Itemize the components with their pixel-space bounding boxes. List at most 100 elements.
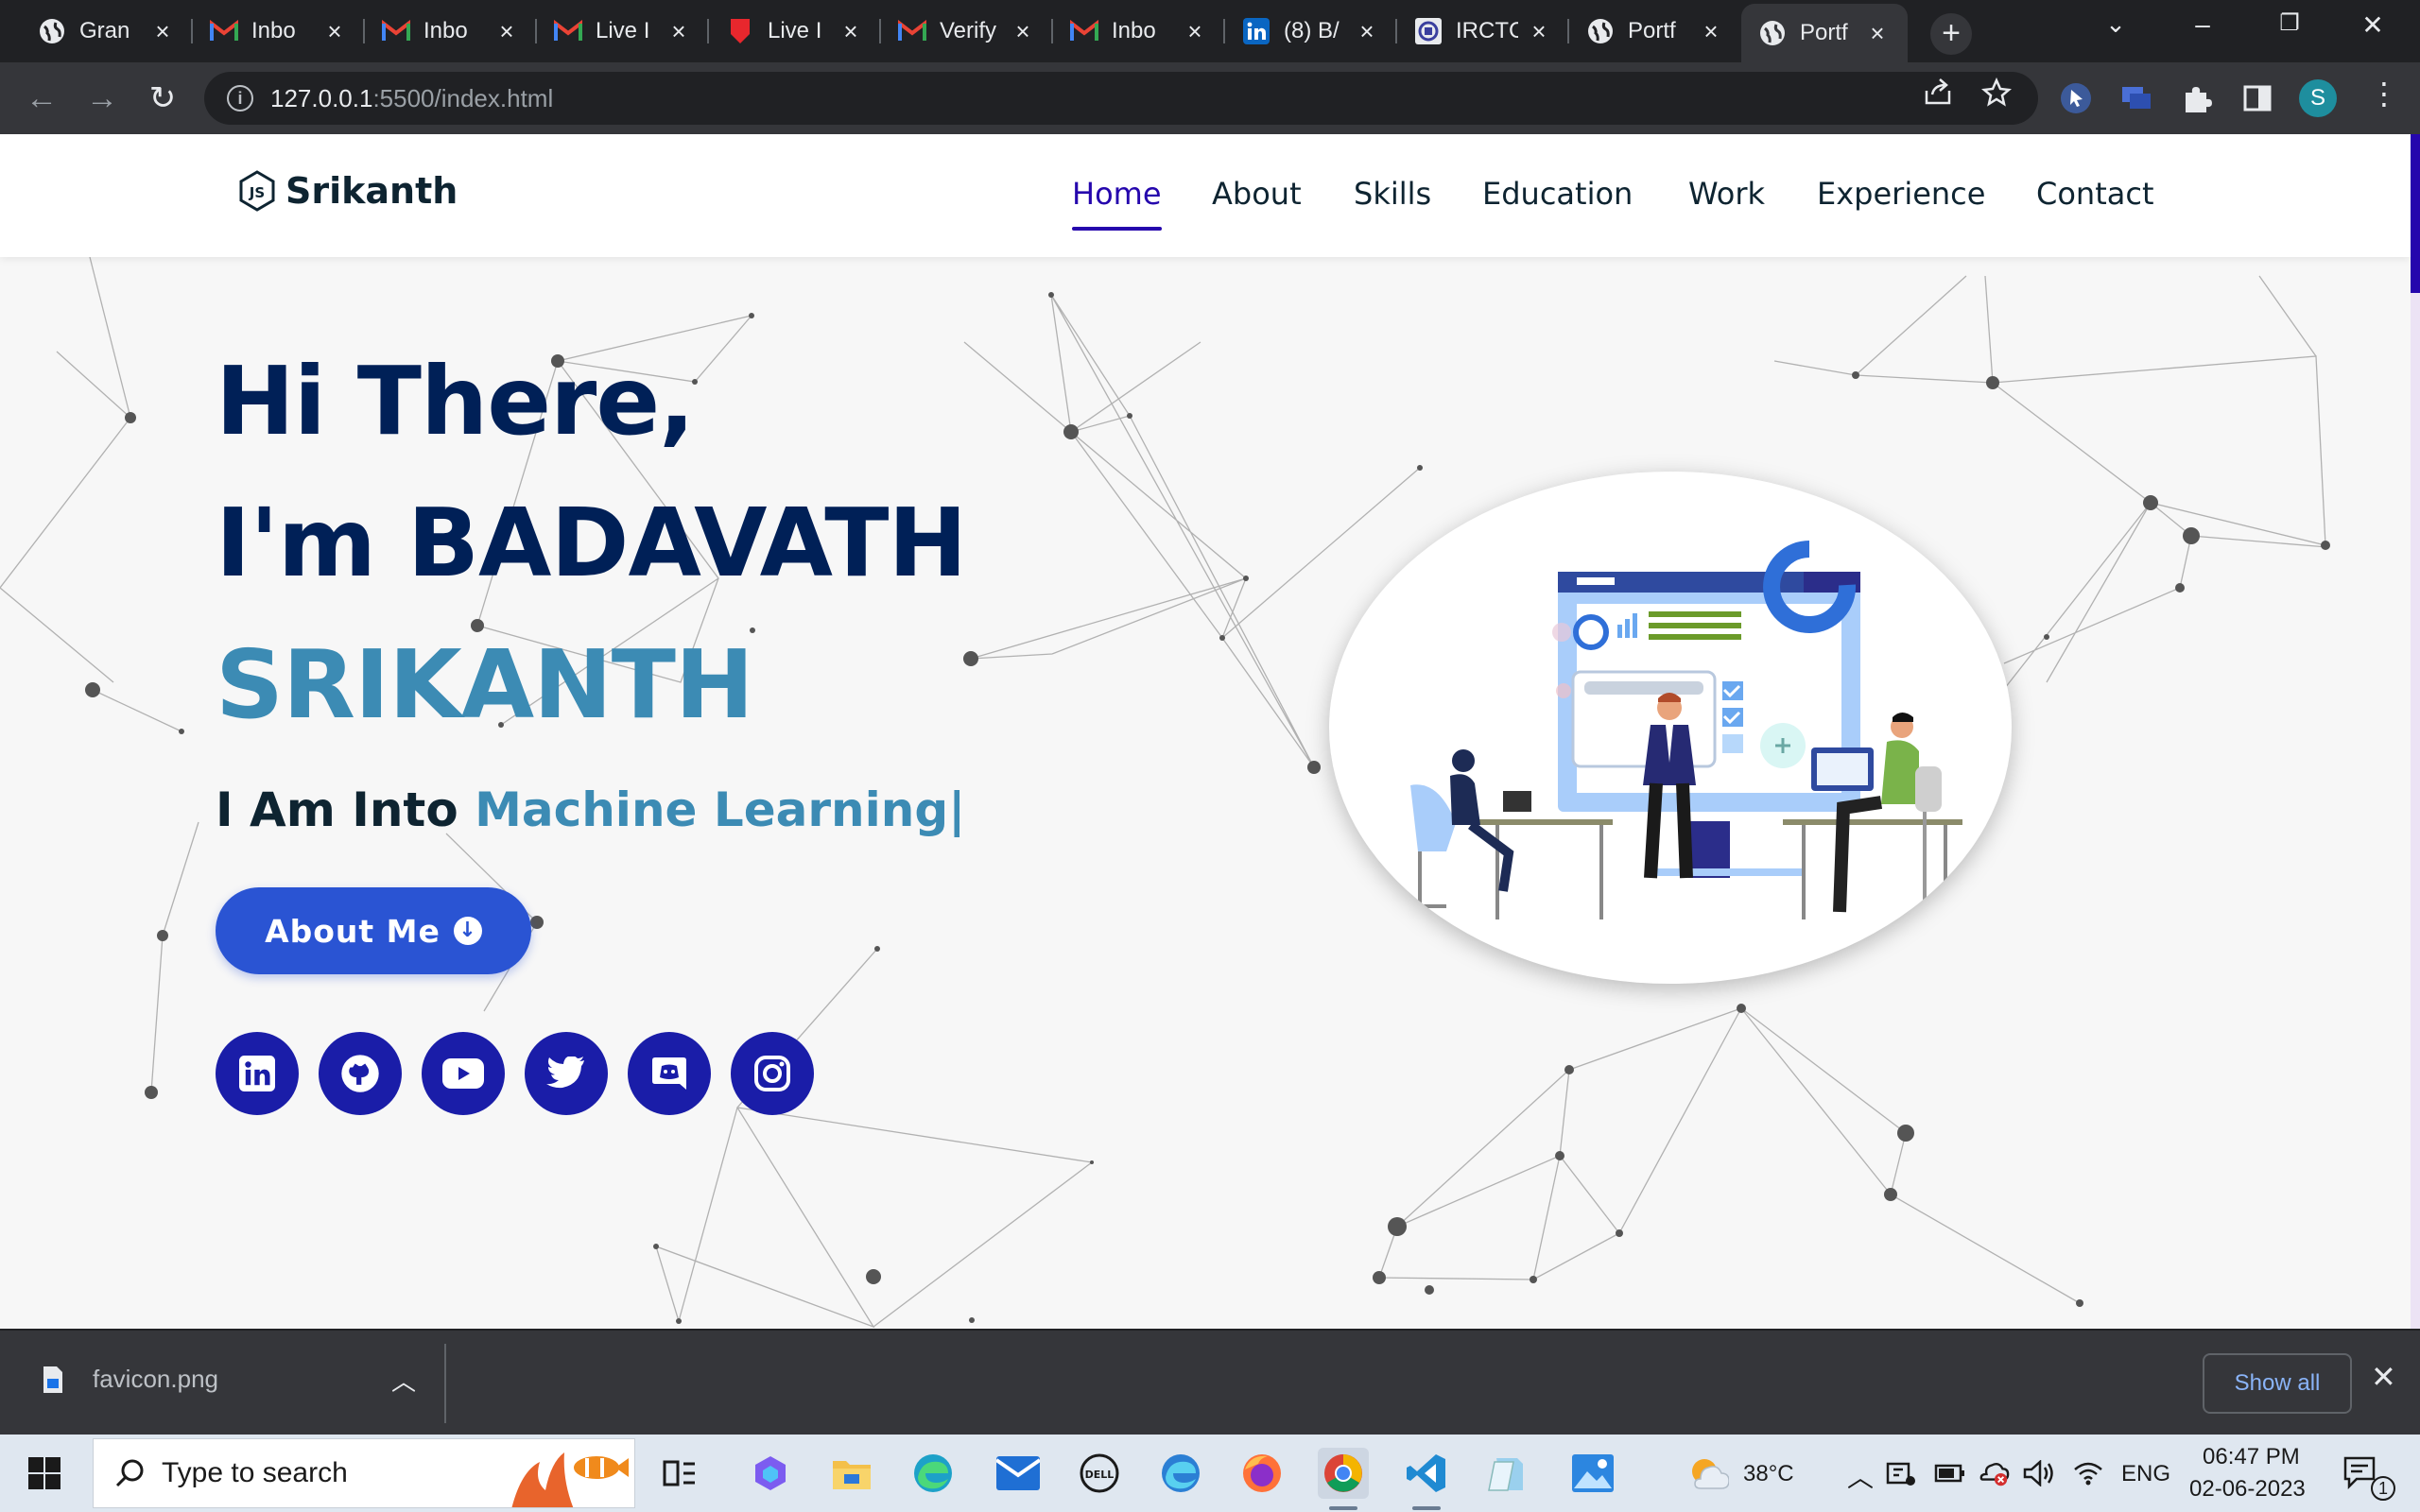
- show-all-button[interactable]: Show all: [2203, 1353, 2352, 1414]
- chevron-up-icon[interactable]: ︿: [391, 1363, 416, 1398]
- hero-illustration: [1329, 472, 2012, 984]
- task-view-icon[interactable]: [654, 1448, 705, 1499]
- edge-browser-icon[interactable]: [908, 1448, 959, 1499]
- globe-icon: [38, 17, 66, 45]
- tab-title: Gran: [79, 18, 130, 43]
- browser-tab[interactable]: Verify ×: [881, 8, 1053, 55]
- instagram-button[interactable]: [731, 1032, 814, 1115]
- globe-icon: [1758, 19, 1787, 47]
- close-icon[interactable]: ✕: [2371, 1359, 2396, 1395]
- close-icon[interactable]: ×: [666, 17, 692, 46]
- close-icon[interactable]: ×: [1864, 19, 1891, 48]
- bookmark-star-icon[interactable]: [1981, 77, 2012, 115]
- close-icon[interactable]: ×: [1698, 17, 1724, 46]
- firefox-icon[interactable]: [1236, 1448, 1288, 1499]
- photos-app-icon[interactable]: [1567, 1448, 1618, 1499]
- discord-button[interactable]: [628, 1032, 711, 1115]
- vscode-icon[interactable]: [1401, 1448, 1452, 1510]
- close-icon[interactable]: ×: [493, 17, 520, 46]
- back-button[interactable]: ←: [23, 79, 60, 117]
- restore-button[interactable]: ❐: [2261, 9, 2318, 37]
- notification-count-badge: 1: [2371, 1476, 2395, 1501]
- edge-beta-icon[interactable]: [1155, 1448, 1206, 1499]
- youtube-button[interactable]: [422, 1032, 505, 1115]
- typed-prefix: I Am Into: [216, 782, 475, 837]
- taskbar-search-box[interactable]: Type to search: [93, 1438, 635, 1508]
- site-info-icon[interactable]: i: [227, 85, 253, 112]
- forward-button[interactable]: →: [83, 79, 121, 117]
- chevron-up-icon[interactable]: ︿: [1847, 1457, 1874, 1495]
- minimize-button[interactable]: –: [2174, 9, 2231, 40]
- reload-button[interactable]: ↻: [144, 79, 182, 117]
- speaker-volume-icon[interactable]: [2023, 1448, 2055, 1499]
- browser-tab[interactable]: Gran ×: [21, 8, 193, 55]
- about-me-button[interactable]: About Me ↓: [216, 887, 531, 974]
- notepad-app-icon[interactable]: [1482, 1448, 1533, 1499]
- site-logo[interactable]: JS Srikanth: [238, 170, 458, 212]
- onedrive-error-icon[interactable]: [1978, 1448, 2010, 1499]
- browser-tab[interactable]: IRCTC ×: [1397, 8, 1569, 55]
- share-icon[interactable]: [1923, 77, 1953, 113]
- clock-time[interactable]: 06:47 PM: [2203, 1444, 2300, 1470]
- chrome-icon[interactable]: [1318, 1448, 1369, 1510]
- meet-now-icon[interactable]: [1885, 1448, 1917, 1499]
- download-item[interactable]: favicon.png: [42, 1365, 218, 1394]
- tab-search-icon[interactable]: ⌄: [2087, 9, 2144, 39]
- nav-about[interactable]: About: [1212, 176, 1302, 212]
- close-window-button[interactable]: ✕: [2344, 9, 2401, 41]
- tab-title: Live I: [596, 18, 650, 43]
- profile-avatar[interactable]: S: [2299, 79, 2337, 117]
- close-icon[interactable]: ×: [1526, 17, 1552, 46]
- search-placeholder: Type to search: [162, 1457, 348, 1488]
- nav-home[interactable]: Home: [1072, 176, 1162, 231]
- close-icon[interactable]: ×: [838, 17, 864, 46]
- battery-icon[interactable]: [1934, 1448, 1966, 1499]
- browser-tab[interactable]: Inbo ×: [365, 8, 537, 55]
- close-icon[interactable]: ×: [1354, 17, 1380, 46]
- extensions-puzzle-icon[interactable]: [2180, 81, 2214, 115]
- clock-date[interactable]: 02-06-2023: [2189, 1476, 2306, 1503]
- download-bar: favicon.png ︿ Show all ✕: [0, 1329, 2420, 1435]
- browser-tab[interactable]: Inbo ×: [1053, 8, 1225, 55]
- nav-education[interactable]: Education: [1482, 176, 1633, 212]
- red-shield-icon: [726, 17, 754, 45]
- scrollbar-thumb[interactable]: [2411, 134, 2420, 293]
- github-button[interactable]: [319, 1032, 402, 1115]
- mail-app-icon[interactable]: [993, 1448, 1044, 1499]
- cursor-extension-icon[interactable]: [2059, 81, 2093, 115]
- twitter-button[interactable]: [525, 1032, 608, 1115]
- tab-title: (8) B/: [1284, 18, 1340, 43]
- copilot-app-icon[interactable]: [745, 1448, 796, 1499]
- close-icon[interactable]: ×: [1182, 17, 1208, 46]
- browser-tab[interactable]: Inbo ×: [193, 8, 365, 55]
- weather-temperature[interactable]: 38°C: [1743, 1461, 1794, 1487]
- browser-toolbar: ← → ↻ i 127.0.0.1:5500/index.html S ⋮: [0, 62, 2420, 134]
- browser-tab[interactable]: Live I ×: [709, 8, 881, 55]
- wifi-icon[interactable]: [2072, 1448, 2104, 1499]
- page-scrollbar[interactable]: [2411, 134, 2420, 1329]
- linkedin-button[interactable]: [216, 1032, 299, 1115]
- twitter-icon: [546, 1057, 584, 1089]
- close-icon[interactable]: ×: [321, 17, 348, 46]
- browser-tab[interactable]: Live I ×: [537, 8, 709, 55]
- nav-experience[interactable]: Experience: [1817, 176, 1985, 212]
- close-icon[interactable]: ×: [149, 17, 176, 46]
- browser-tab[interactable]: (8) B/ ×: [1225, 8, 1397, 55]
- input-language[interactable]: ENG: [2121, 1461, 2170, 1487]
- dell-app-icon[interactable]: DELL: [1074, 1448, 1125, 1499]
- side-panel-icon[interactable]: [2240, 81, 2274, 115]
- screen-extension-icon[interactable]: [2119, 81, 2153, 115]
- windows-start-icon[interactable]: [19, 1448, 70, 1499]
- new-tab-button[interactable]: +: [1930, 13, 1972, 55]
- close-icon[interactable]: ×: [1010, 17, 1036, 46]
- file-explorer-icon[interactable]: [826, 1448, 877, 1499]
- nav-work[interactable]: Work: [1688, 176, 1765, 212]
- nav-skills[interactable]: Skills: [1354, 176, 1431, 212]
- browser-tab[interactable]: Portf ×: [1569, 8, 1741, 55]
- browser-tab-active[interactable]: Portf ×: [1741, 4, 1908, 62]
- address-bar[interactable]: i 127.0.0.1:5500/index.html: [204, 72, 2038, 125]
- tab-title: Live I: [768, 18, 822, 43]
- menu-kebab-icon[interactable]: ⋮: [2369, 76, 2399, 112]
- image-file-icon: [43, 1366, 62, 1393]
- nav-contact[interactable]: Contact: [2036, 176, 2154, 212]
